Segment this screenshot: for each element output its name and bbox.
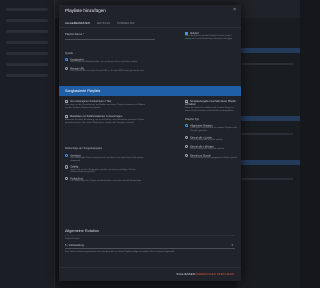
aktiviert-description: Wenn deaktiviert, wird die Playlist nich… bbox=[185, 35, 233, 40]
merge-checkbox[interactable] bbox=[65, 100, 68, 103]
close-button[interactable]: SCHLIESSEN bbox=[176, 272, 195, 276]
order-shuffled-description: Die vollständige Playlist wird gemischt … bbox=[70, 156, 144, 162]
section-header-songbased: Songbasierte Playlists bbox=[59, 86, 241, 96]
play-order-label: Reihenfolge der Songwiedergabe bbox=[65, 146, 103, 150]
playlist-type-label: Playlist Typ bbox=[185, 116, 200, 121]
background-panel bbox=[237, 18, 300, 288]
general-rotation-title: Allgemeine Rotation bbox=[65, 229, 99, 233]
source-group: Quelle Songbasiert Eine Playlist mit Med… bbox=[65, 51, 175, 73]
priority-description: Eine höhere Gewichtung bedeutet, dass di… bbox=[65, 251, 175, 253]
type-per-songs-description: Genau einmal alle n Lieder spielen. bbox=[190, 138, 224, 141]
type-per-hour-description: Genau einmal zu der angegebenen Minute s… bbox=[190, 156, 238, 159]
save-changes-button[interactable]: ÄNDERUNGEN SPEICHERN bbox=[195, 272, 234, 276]
priority-label: Playlist-Priorität bbox=[65, 238, 80, 240]
close-icon[interactable]: × bbox=[233, 7, 236, 13]
add-playlist-dialog: Playliste hinzufügen × ALLGEMEINDATEN ZE… bbox=[59, 5, 241, 281]
type-general-description: Lässt jeder Tag und wird mit anderen Pla… bbox=[190, 127, 237, 132]
type-general-radio[interactable] bbox=[185, 123, 189, 127]
type-per-songs-radio[interactable] bbox=[185, 135, 189, 139]
order-random-description: Jeder Titel wird als Wiedergabe gewählt … bbox=[70, 168, 136, 174]
metadata-description: Aktivieren Sie diese Einstellung, um zu … bbox=[65, 118, 144, 124]
type-per-minutes-radio[interactable] bbox=[185, 144, 189, 148]
tabs-divider bbox=[59, 27, 241, 28]
metadata-checkbox[interactable] bbox=[65, 114, 68, 118]
playlist-name-input[interactable] bbox=[65, 39, 155, 40]
order-sequential-description: Die Reihenfolge der Playlist wird beibeh… bbox=[70, 180, 142, 183]
order-shuffled-radio[interactable] bbox=[65, 153, 69, 157]
source-remote-description: Eine Playlist, die von einer Remote-URL … bbox=[70, 70, 145, 73]
aktiviert-option: Aktiviert Wenn deaktiviert, wird die Pla… bbox=[185, 32, 239, 41]
dialog-header: Playliste hinzufügen × bbox=[59, 5, 241, 22]
metadata-label: Metadaten vor Zufallsrotationen zu bevor… bbox=[70, 114, 123, 118]
merge-label: Vor erzwungenen Konkurrieren / Titel bbox=[70, 100, 112, 104]
source-songbased-radio[interactable] bbox=[65, 58, 69, 62]
songbased-left-column: Vor erzwungenen Konkurrieren / Titel Die… bbox=[65, 100, 147, 183]
type-per-minutes-description: Genau einmal alle x Minuten spielen. bbox=[190, 147, 225, 150]
dialog-footer: SCHLIESSEN ÄNDERUNGEN SPEICHERN bbox=[59, 267, 241, 281]
playlist-name-label: Playlist-Name * bbox=[65, 32, 85, 36]
type-per-hour-radio[interactable] bbox=[185, 153, 189, 157]
order-random-radio[interactable] bbox=[65, 165, 69, 169]
dialog-title: Playliste hinzufügen bbox=[65, 8, 106, 13]
avoid-duplicates-label: Songwiedergabe innerhalb dieser Playlist… bbox=[185, 100, 236, 107]
source-songbased-description: Eine Playlist mit Medieninhalten, die au… bbox=[70, 61, 138, 64]
source-label: Quelle bbox=[65, 51, 74, 55]
order-sequential-radio[interactable] bbox=[65, 177, 69, 181]
merge-description: Dies sorgt, auf die Vereinbarung, um Med… bbox=[65, 104, 145, 109]
priority-value: 5 - Vorbestellung bbox=[65, 244, 84, 247]
songbased-right-column: Songwiedergabe innerhalb dieser Playlist… bbox=[185, 100, 239, 160]
general-rotation-divider bbox=[65, 235, 235, 236]
source-remote-radio[interactable] bbox=[65, 67, 69, 71]
priority-select[interactable]: 5 - Vorbestellung ▾ bbox=[65, 243, 235, 249]
background-sidebar bbox=[0, 0, 55, 288]
avoid-duplicates-description: Wenn der Modus für wählbar wird, werden … bbox=[185, 107, 235, 112]
chevron-down-icon: ▾ bbox=[231, 243, 233, 247]
playlist-name-field[interactable]: Playlist-Name * bbox=[65, 32, 155, 40]
